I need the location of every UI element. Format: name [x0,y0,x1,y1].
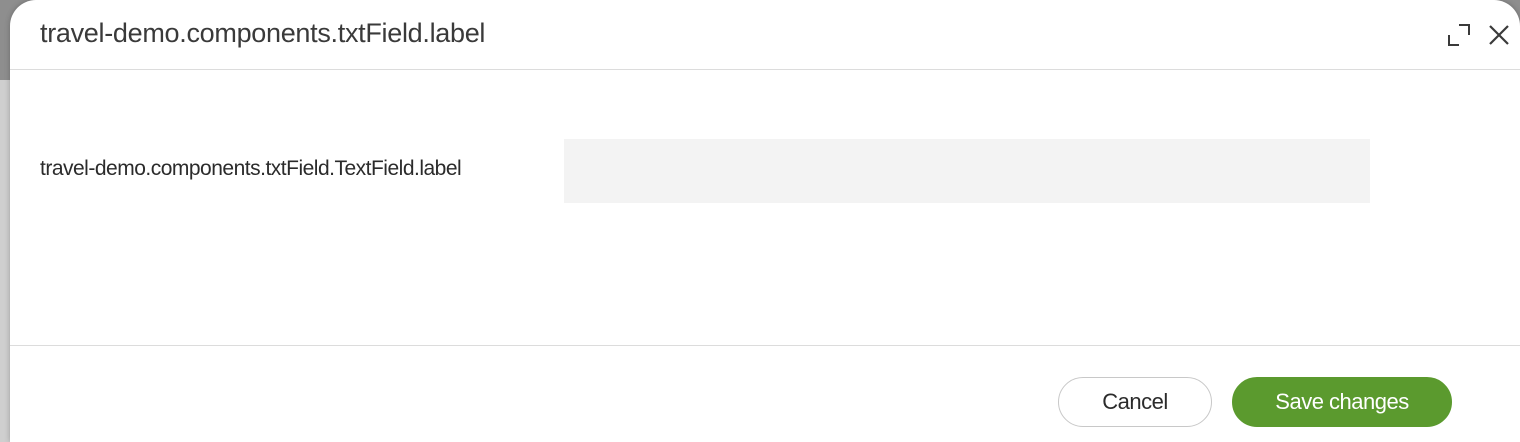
cancel-button[interactable]: Cancel [1058,377,1212,427]
expand-icon[interactable] [1446,22,1472,48]
text-field-input[interactable] [564,139,1370,203]
dialog-header: travel-demo.components.txtField.label [10,0,1520,70]
dialog-footer: Cancel Save changes [10,345,1520,442]
dialog-body: travel-demo.components.txtField.TextFiel… [10,70,1520,345]
dialog-title: travel-demo.components.txtField.label [40,18,486,48]
save-changes-button[interactable]: Save changes [1232,377,1452,427]
close-icon[interactable] [1486,22,1512,48]
edit-component-dialog: travel-demo.components.txtField.label tr… [10,0,1520,442]
text-field-label: travel-demo.components.txtField.TextFiel… [40,157,462,180]
